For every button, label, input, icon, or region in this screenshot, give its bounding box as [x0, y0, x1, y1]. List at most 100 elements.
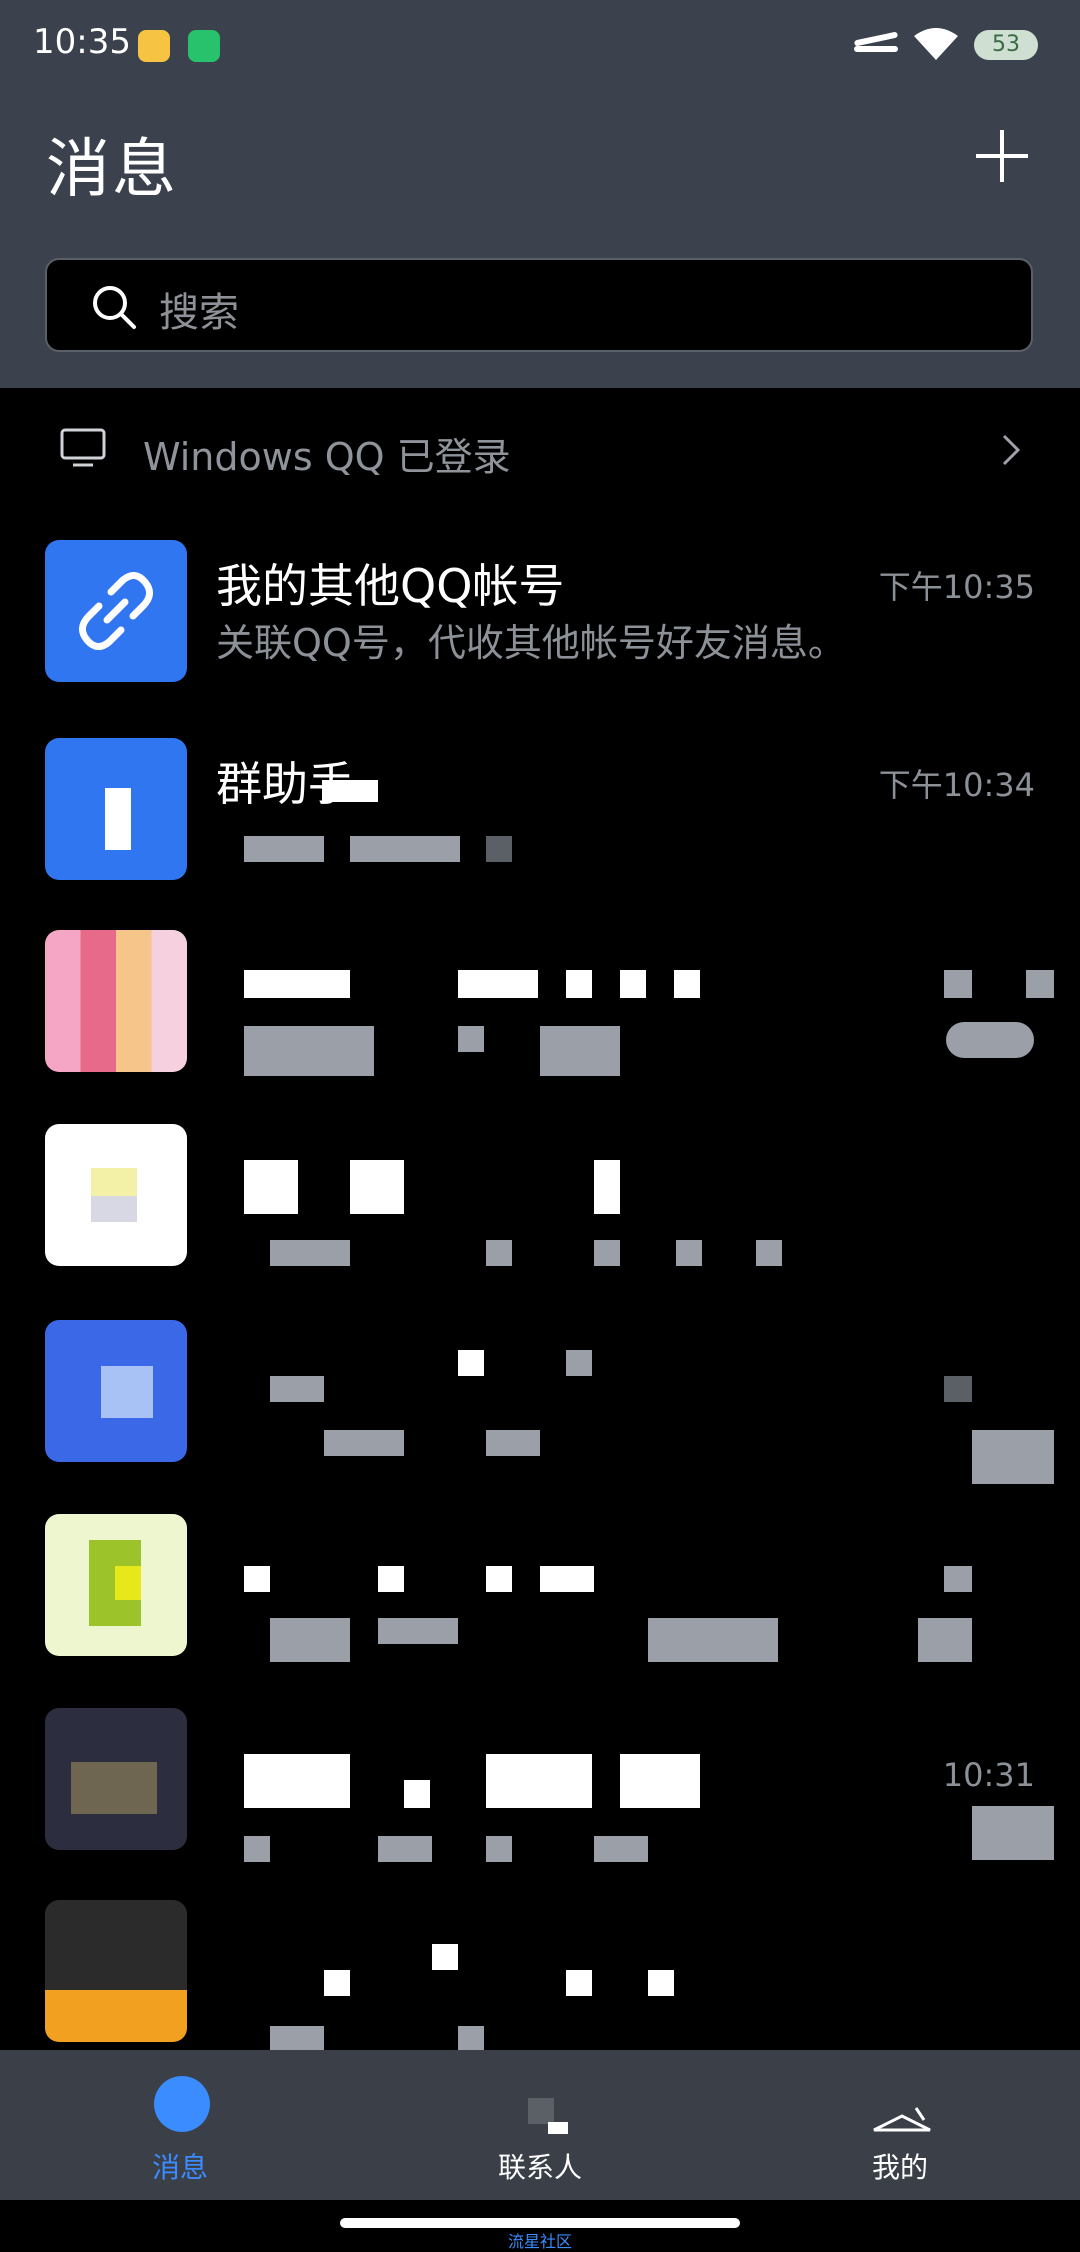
chat-time: 下午10:34: [878, 766, 1035, 804]
censored-block: [944, 1566, 972, 1592]
censored-block: [540, 1026, 620, 1076]
chat-item[interactable]: 10:31: [0, 1688, 1080, 1878]
censored-block: [350, 1160, 404, 1214]
censored-block: [918, 1618, 972, 1662]
windows-qq-login-row[interactable]: Windows QQ 已登录: [0, 390, 1080, 510]
home-indicator[interactable]: [340, 2218, 740, 2228]
censored-block: [674, 970, 700, 998]
avatar: [45, 1900, 187, 2042]
chat-item-group-assistant[interactable]: 群助手 下午10:34: [0, 718, 1080, 908]
censored-block: [432, 1944, 458, 1970]
wifi-icon: [914, 28, 958, 60]
censored-block: [756, 1240, 782, 1266]
censored-block: [566, 970, 592, 998]
chat-name: 我的其他QQ帐号: [216, 559, 565, 613]
link-icon: [79, 572, 153, 650]
censored-block: [270, 1240, 350, 1266]
censored-block: [244, 836, 324, 862]
search-icon: [93, 286, 136, 329]
nav-label: 消息: [151, 2151, 208, 2184]
chat-time: 下午10:35: [878, 568, 1035, 606]
censored-block: [270, 2026, 324, 2050]
censored-block: [458, 1026, 484, 1052]
censored-block: [270, 1618, 350, 1662]
unread-badge: [946, 1022, 1034, 1058]
censored-block: [594, 1160, 620, 1214]
avatar: [45, 540, 187, 682]
profile-icon: [873, 2107, 931, 2132]
battery-indicator: 53: [974, 30, 1038, 60]
chat-item[interactable]: [0, 1494, 1080, 1684]
censored-block: [324, 1970, 350, 1996]
censored-block: [486, 836, 512, 862]
censored-block: [378, 1618, 458, 1644]
censored-block: [486, 1430, 540, 1456]
censored-block: [648, 1970, 674, 1996]
chat-item[interactable]: [0, 910, 1080, 1100]
nav-label: 我的: [871, 2151, 928, 2184]
censored-block: [972, 1806, 1054, 1860]
message-bubble-icon: [154, 2076, 210, 2132]
censored-block: [244, 1754, 350, 1808]
avatar: [45, 930, 187, 1072]
status-bar: 10:35 53: [0, 0, 1080, 90]
censored-block: [566, 1350, 592, 1376]
windows-qq-login-text: Windows QQ 已登录: [143, 435, 511, 479]
censored-block: [244, 1836, 270, 1862]
censored-block: [244, 970, 350, 998]
nav-item-me[interactable]: 我的: [720, 2050, 1080, 2200]
censored-block: [540, 1566, 594, 1592]
censored-block: [972, 1430, 1054, 1484]
chat-item[interactable]: [0, 1880, 1080, 2070]
censored-block: [566, 1970, 592, 1996]
chat-item[interactable]: [0, 1104, 1080, 1294]
chat-item-other-qq-accounts[interactable]: 我的其他QQ帐号 关联QQ号，代收其他帐号好友消息。 下午10:35: [0, 520, 1080, 710]
censored-block: [594, 1836, 648, 1862]
avatar: [45, 1514, 187, 1656]
status-time: 10:35: [33, 22, 131, 62]
censored-block: [594, 1240, 620, 1266]
nav-item-messages[interactable]: 消息: [0, 2050, 360, 2200]
censored-block: [244, 1160, 298, 1214]
avatar: [45, 1320, 187, 1462]
chat-item[interactable]: [0, 1300, 1080, 1490]
signal-icon: [854, 32, 898, 52]
add-plus-icon[interactable]: [976, 130, 1028, 182]
censored-block: [458, 1350, 484, 1376]
censored-block: [486, 1240, 512, 1266]
monitor-icon: [60, 428, 106, 467]
watermark: 流星社区: [508, 2232, 573, 2251]
censored-block: [270, 1376, 324, 1402]
censored-block: [378, 1566, 404, 1592]
nav-label: 联系人: [497, 2151, 582, 2184]
censored-block: [322, 780, 378, 802]
chat-preview: 关联QQ号，代收其他帐号好友消息。: [216, 621, 846, 665]
censored-block: [458, 2026, 484, 2050]
censored-block: [378, 1836, 432, 1862]
censored-block: [620, 1754, 700, 1808]
avatar: [45, 1708, 187, 1850]
notification-message-icon: [138, 30, 170, 62]
censored-block: [944, 1376, 972, 1402]
bottom-nav: 消息 联系人 我的: [0, 2050, 1080, 2200]
censored-block: [404, 1780, 430, 1808]
censored-block: [620, 970, 646, 998]
censored-block: [244, 1566, 270, 1592]
censored-block: [244, 1026, 374, 1076]
notification-wechat-icon: [188, 30, 220, 62]
censored-block: [486, 1836, 512, 1862]
avatar: [45, 1124, 187, 1266]
chat-time: 10:31: [942, 1756, 1035, 1794]
censored-block: [486, 1754, 592, 1808]
search-placeholder: 搜索: [159, 290, 239, 336]
nav-item-contacts[interactable]: 联系人: [360, 2050, 720, 2200]
censored-block: [676, 1240, 702, 1266]
censored-block: [1026, 970, 1054, 998]
censored-block: [944, 970, 972, 998]
page-title: 消息: [46, 133, 178, 207]
search-input[interactable]: 搜索: [45, 258, 1033, 352]
censored-block: [486, 1566, 512, 1592]
chevron-right-icon: [1002, 434, 1021, 466]
censored-block: [458, 970, 538, 998]
avatar: [45, 738, 187, 880]
